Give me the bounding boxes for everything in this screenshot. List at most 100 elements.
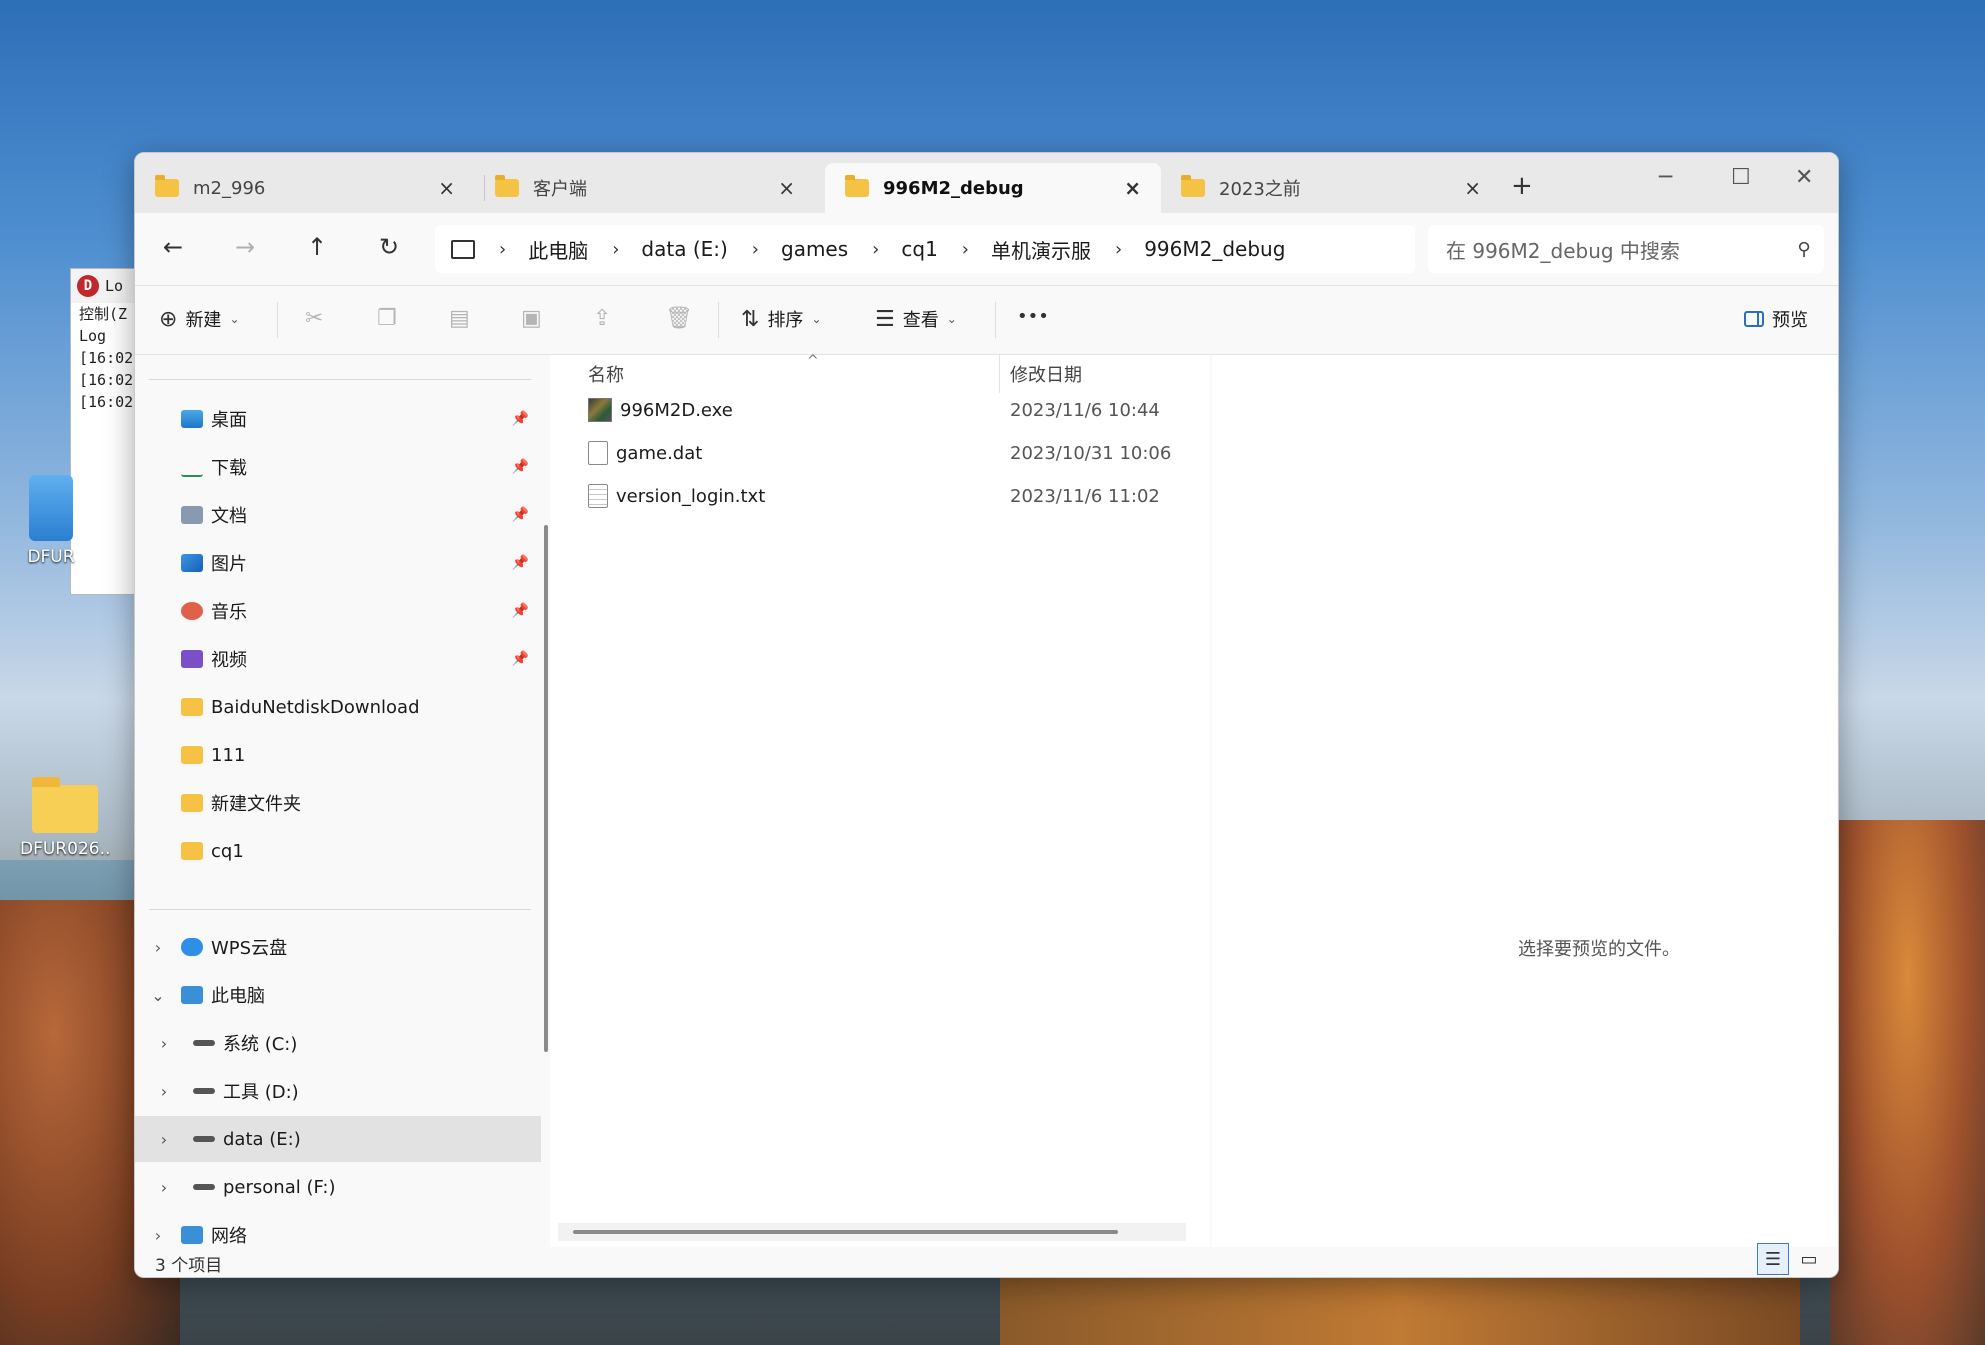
sidebar-item-drive-f[interactable]: › personal (F:) bbox=[135, 1164, 541, 1210]
drive-icon bbox=[193, 1184, 215, 1190]
sidebar-item-new-folder[interactable]: 新建文件夹 bbox=[135, 780, 541, 826]
pin-icon[interactable]: 📌 bbox=[512, 555, 529, 571]
cut-button[interactable]: ✂ bbox=[305, 306, 323, 331]
search-icon[interactable]: ⚲ bbox=[1784, 239, 1824, 260]
tab-2023-before[interactable]: 2023之前 × bbox=[1161, 163, 1501, 213]
address-bar[interactable]: › 此电脑 › data (E:) › games › cq1 › 单机演示服 … bbox=[435, 225, 1415, 273]
file-list-horizontal-scrollbar[interactable] bbox=[558, 1223, 1186, 1241]
chevron-right-icon[interactable]: › bbox=[135, 1226, 181, 1245]
drive-icon bbox=[193, 1136, 215, 1142]
file-row[interactable]: game.dat 2023/10/31 10:06 DAT 文件 bbox=[550, 436, 1327, 470]
close-icon[interactable]: × bbox=[1464, 176, 1481, 200]
scrollbar-thumb[interactable] bbox=[573, 1230, 1118, 1234]
sidebar-item-desktop[interactable]: 桌面 📌 bbox=[135, 396, 541, 442]
sidebar-item-111[interactable]: 111 bbox=[135, 732, 541, 778]
column-header-name[interactable]: 名称 bbox=[588, 355, 988, 393]
breadcrumb-demo-server[interactable]: 单机演示服 bbox=[991, 235, 1091, 264]
chevron-right-icon[interactable]: › bbox=[135, 1082, 193, 1101]
sidebar-item-drive-d[interactable]: › 工具 (D:) bbox=[135, 1068, 541, 1114]
file-row[interactable]: 996M2D.exe 2023/11/6 10:44 应用程序 bbox=[550, 393, 1322, 427]
sidebar-item-baidunetdiskdownload[interactable]: BaiduNetdiskDownload bbox=[135, 684, 541, 730]
chevron-right-icon[interactable]: › bbox=[135, 1034, 193, 1053]
preview-message: 选择要预览的文件。 bbox=[1518, 939, 1680, 960]
up-button[interactable]: ↑ bbox=[307, 233, 327, 261]
search-box[interactable]: 在 996M2_debug 中搜索 ⚲ bbox=[1428, 225, 1824, 273]
breadcrumb-current-folder[interactable]: 996M2_debug bbox=[1144, 237, 1285, 261]
new-tab-button[interactable]: + bbox=[1511, 171, 1533, 201]
new-button[interactable]: ⊕ 新建 ⌄ bbox=[159, 306, 240, 332]
sidebar-item-drive-e[interactable]: › data (E:) bbox=[135, 1116, 541, 1162]
sidebar-scrollbar[interactable] bbox=[544, 365, 548, 1245]
close-icon[interactable]: × bbox=[438, 176, 455, 200]
close-icon[interactable]: × bbox=[1124, 176, 1141, 200]
minimize-button[interactable]: ─ bbox=[1659, 165, 1672, 190]
sidebar-item-downloads[interactable]: 下载 📌 bbox=[135, 444, 541, 490]
refresh-button[interactable]: ↻ bbox=[379, 233, 399, 261]
file-modified: 2023/11/6 11:02 bbox=[1010, 485, 1160, 507]
sort-button-label: 排序 bbox=[767, 310, 804, 331]
tiles-view-button[interactable]: ▭ bbox=[1793, 1243, 1825, 1275]
chevron-right-icon[interactable]: › bbox=[135, 1130, 193, 1149]
breadcrumb-data-e[interactable]: data (E:) bbox=[641, 237, 727, 261]
chevron-down-icon[interactable]: ⌄ bbox=[135, 986, 181, 1005]
search-input[interactable]: 在 996M2_debug 中搜索 bbox=[1428, 235, 1784, 264]
tab-996m2-debug[interactable]: 996M2_debug × bbox=[825, 163, 1161, 213]
tab-m2-996[interactable]: m2_996 × bbox=[135, 163, 475, 213]
pin-icon[interactable]: 📌 bbox=[512, 507, 529, 523]
sort-button[interactable]: ⇅ 排序 ⌄ bbox=[741, 306, 822, 332]
tab-client[interactable]: 客户端 × bbox=[475, 163, 815, 213]
desktop-icon-label: DFUR bbox=[27, 547, 75, 567]
view-button[interactable]: ☰ 查看 ⌄ bbox=[875, 306, 957, 332]
paste-button[interactable]: ▤ bbox=[449, 306, 470, 331]
tab-bar: m2_996 × 客户端 × 996M2_debug × 2023之前 × + … bbox=[135, 153, 1838, 213]
details-view-button[interactable]: ☰ bbox=[1757, 1243, 1789, 1275]
sidebar-item-this-pc[interactable]: ⌄ 此电脑 bbox=[135, 972, 541, 1018]
tab-label: 2023之前 bbox=[1219, 179, 1301, 200]
drive-icon bbox=[193, 1040, 215, 1046]
share-button[interactable]: ⇪ bbox=[593, 306, 611, 331]
chevron-down-icon: ⌄ bbox=[811, 312, 822, 326]
sidebar-item-cq1[interactable]: cq1 bbox=[135, 828, 541, 874]
rename-button[interactable]: ▣ bbox=[521, 306, 542, 331]
breadcrumb-games[interactable]: games bbox=[781, 237, 848, 261]
item-count: 3 个项目 bbox=[155, 1256, 223, 1276]
pin-icon[interactable]: 📌 bbox=[512, 459, 529, 475]
forward-button[interactable]: → bbox=[235, 233, 255, 261]
pin-icon[interactable]: 📌 bbox=[512, 651, 529, 667]
breadcrumb-this-pc[interactable]: 此电脑 bbox=[528, 235, 588, 264]
more-icon: ••• bbox=[1017, 306, 1049, 327]
copy-button[interactable]: ❐ bbox=[377, 306, 397, 331]
close-icon[interactable]: × bbox=[778, 176, 795, 200]
scrollbar-thumb[interactable] bbox=[544, 525, 548, 1052]
more-options-button[interactable]: ••• bbox=[1017, 306, 1049, 327]
drive-icon bbox=[193, 1088, 215, 1094]
file-row[interactable]: version_login.txt 2023/11/6 11:02 文本文档 bbox=[550, 479, 1322, 513]
sidebar-item-drive-c[interactable]: › 系统 (C:) bbox=[135, 1020, 541, 1066]
desktop-icon-label: DFUR026.. bbox=[20, 839, 111, 859]
maximize-button[interactable]: ☐ bbox=[1731, 165, 1751, 190]
sidebar-item-documents[interactable]: 文档 📌 bbox=[135, 492, 541, 538]
close-window-button[interactable]: ✕ bbox=[1795, 165, 1813, 190]
sidebar-item-videos[interactable]: 视频 📌 bbox=[135, 636, 541, 682]
back-button[interactable]: ← bbox=[163, 233, 183, 261]
sidebar-item-pictures[interactable]: 图片 📌 bbox=[135, 540, 541, 586]
chevron-right-icon: › bbox=[612, 238, 620, 260]
sidebar-item-wps-cloud[interactable]: › WPS云盘 bbox=[135, 924, 541, 970]
desktop-icon-dfur-archive[interactable]: DFUR bbox=[6, 475, 96, 567]
sidebar-item-music[interactable]: 音乐 📌 bbox=[135, 588, 541, 634]
pin-icon[interactable]: 📌 bbox=[512, 603, 529, 619]
desktop-icon-dfur-folder[interactable]: DFUR026.. bbox=[20, 777, 111, 859]
exe-icon bbox=[588, 398, 612, 422]
preview-pane-button[interactable]: 预览 bbox=[1744, 306, 1808, 332]
column-header-modified[interactable]: 修改日期 bbox=[1010, 355, 1230, 393]
delete-button[interactable]: 🗑 bbox=[665, 306, 693, 331]
preview-pane-icon bbox=[1744, 311, 1764, 327]
chevron-right-icon[interactable]: › bbox=[135, 1178, 193, 1197]
chevron-down-icon: ⌄ bbox=[229, 312, 240, 326]
pin-icon[interactable]: 📌 bbox=[512, 411, 529, 427]
sidebar-item-label: 音乐 bbox=[211, 602, 247, 623]
sidebar-item-network[interactable]: › 网络 bbox=[135, 1212, 541, 1248]
chevron-right-icon[interactable]: › bbox=[135, 938, 181, 957]
add-circle-icon: ⊕ bbox=[159, 306, 178, 332]
breadcrumb-cq1[interactable]: cq1 bbox=[901, 237, 937, 261]
